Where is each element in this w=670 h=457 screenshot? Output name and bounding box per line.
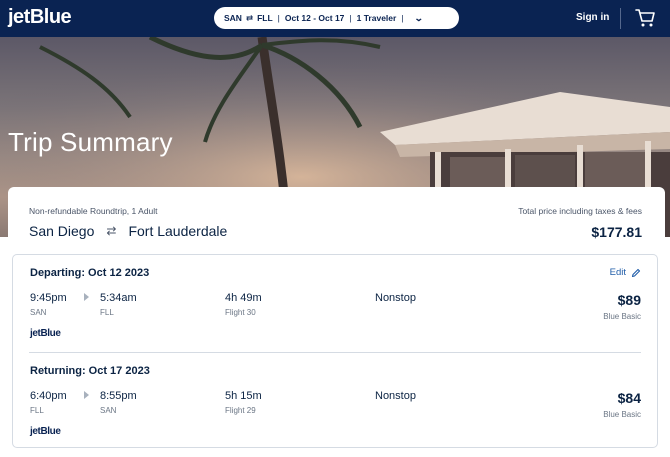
top-nav: jetBlue SAN ⇄ FLL | Oct 12 - Oct 17 | 1 … [0,0,670,37]
flight-number: Flight 30 [225,308,256,317]
flight-search-summary-pill[interactable]: SAN ⇄ FLL | Oct 12 - Oct 17 | 1 Traveler… [214,7,459,29]
travel-dates: Oct 12 - Oct 17 [284,13,345,23]
destination-city: Fort Lauderdale [128,223,228,239]
page-title: Trip Summary [8,127,173,157]
origin-city: San Diego [29,223,95,239]
arrow-right-icon [84,293,89,301]
departure-airport-code: SAN [30,308,47,317]
arrival-airport-code: SAN [100,406,117,415]
departure-time: 9:45pm [30,292,67,304]
leg-title: Returning: Oct 17 2023 [30,365,150,377]
leg-price: $89 [617,292,641,308]
total-price: $177.81 [591,224,642,240]
route: San Diego ⇄ Fort Lauderdale [29,223,227,239]
nav-divider [620,8,621,29]
edit-button[interactable]: Edit [610,267,641,278]
fare-class: Blue Basic [603,410,641,419]
trip-summary-header: Non-refundable Roundtrip, 1 Adult San Di… [8,187,665,249]
departure-airport-code: FLL [30,406,44,415]
pencil-icon [631,268,641,277]
pill-divider: | [349,13,352,23]
arrival-airport-code: FLL [100,308,114,317]
stops-label: Nonstop [375,390,416,402]
roundtrip-arrows-icon: ⇄ [106,224,117,238]
stops-label: Nonstop [375,292,416,304]
leg-price: $84 [617,390,641,406]
trip-summary-card: Non-refundable Roundtrip, 1 Adult San Di… [8,187,665,457]
cart-icon[interactable] [634,7,656,29]
destination-code: FLL [257,13,273,23]
trip-type-label: Non-refundable Roundtrip, 1 Adult [29,206,158,216]
pill-divider: | [277,13,280,23]
flight-duration: 5h 15m [225,390,262,402]
flight-number: Flight 29 [225,406,256,415]
leg-title: Departing: Oct 12 2023 [30,267,150,279]
flight-leg-departing: Departing: Oct 12 2023 Edit 9:45pm SAN 5… [13,255,657,352]
arrival-time: 5:34am [100,292,137,304]
airline-logo: jetBlue [30,426,61,437]
arrow-right-icon [84,391,89,399]
jetblue-logo[interactable]: jetBlue [8,6,72,29]
pill-divider: | [401,13,404,23]
total-price-label: Total price including taxes & fees [518,206,642,216]
airline-logo: jetBlue [30,328,61,339]
swap-arrows-icon: ⇄ [245,12,254,23]
sign-in-link[interactable]: Sign in [576,12,609,23]
arrival-time: 8:55pm [100,390,137,402]
edit-label: Edit [609,267,626,278]
flight-legs: Departing: Oct 12 2023 Edit 9:45pm SAN 5… [12,254,658,448]
flight-leg-returning: Returning: Oct 17 2023 6:40pm FLL 8:55pm… [13,353,657,450]
fare-class: Blue Basic [603,312,641,321]
origin-code: SAN [224,13,242,23]
departure-time: 6:40pm [30,390,67,402]
chevron-down-icon[interactable]: ⌄ [413,13,423,24]
flight-duration: 4h 49m [225,292,262,304]
traveler-count: 1 Traveler [356,13,397,23]
